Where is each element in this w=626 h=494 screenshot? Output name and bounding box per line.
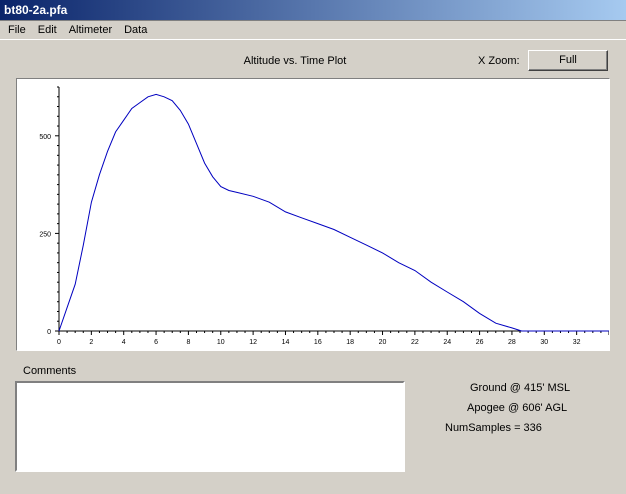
plot-area[interactable]: 0 2 4 6 8 10 12 14 16 18 20 22 24 26 28 30 32 0 250 500	[16, 78, 610, 351]
x-tick-label: 32	[573, 339, 581, 346]
altitude-series-line	[58, 93, 609, 332]
x-tick-label: 20	[379, 339, 387, 346]
y-tick-label: 250	[39, 231, 51, 238]
window-title: bt80-2a.pfa	[4, 3, 68, 17]
menu-edit[interactable]: Edit	[32, 24, 63, 36]
x-tick-label: 12	[249, 339, 257, 346]
num-samples-info: NumSamples = 336	[445, 422, 542, 434]
ground-info: Ground @ 415' MSL	[470, 382, 571, 394]
x-tick-label: 30	[540, 339, 548, 346]
x-tick-label: 2	[89, 339, 93, 346]
window-titlebar[interactable]: bt80-2a.pfa	[0, 0, 626, 20]
x-tick-label: 16	[314, 339, 322, 346]
x-tick-label: 14	[282, 339, 290, 346]
comments-textarea[interactable]	[15, 381, 405, 472]
menu-data[interactable]: Data	[118, 24, 153, 36]
x-tick-label: 8	[186, 339, 190, 346]
altitude-chart: 0 2 4 6 8 10 12 14 16 18 20 22 24 26 28 30 320250500	[39, 86, 609, 346]
x-tick-label: 26	[476, 339, 484, 346]
y-tick-label: 0	[47, 329, 51, 336]
y-tick-label: 500	[39, 134, 51, 141]
x-tick-label: 24	[443, 339, 451, 346]
x-tick-label: 28	[508, 339, 516, 346]
x-tick-label: 0	[57, 339, 61, 346]
plot-title: Altitude vs. Time Plot	[243, 55, 347, 67]
x-tick-label: 6	[154, 339, 158, 346]
x-tick-label: 4	[122, 339, 126, 346]
x-tick-label: 22	[411, 339, 419, 346]
x-tick-label: 10	[217, 339, 225, 346]
apogee-info: Apogee @ 606' AGL	[467, 402, 568, 414]
menu-file[interactable]: File	[2, 24, 32, 36]
menu-altimeter[interactable]: Altimeter	[63, 24, 118, 36]
menu-bar: File Edit Altimeter Data	[0, 20, 626, 40]
x-tick-label: 18	[346, 339, 354, 346]
xzoom-label: X Zoom:	[478, 55, 520, 67]
comments-label: Comments	[23, 365, 77, 377]
zoom-full-button[interactable]: Full	[528, 50, 608, 71]
